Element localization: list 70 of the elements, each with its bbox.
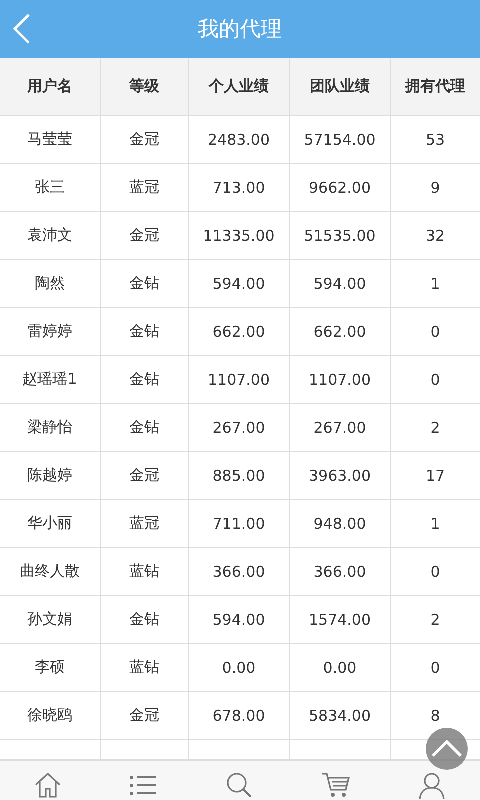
table-cell: 陈越婷 xyxy=(0,452,101,500)
table-cell: 梁静怡 xyxy=(0,404,101,452)
table-cell: 金冠 xyxy=(101,212,189,260)
table-cell: 0.00 xyxy=(290,644,391,692)
table-cell: 1 xyxy=(391,260,480,308)
table-cell: 713.00 xyxy=(189,164,290,212)
column-header: 个人业绩 xyxy=(189,58,290,116)
table-cell: 885.00 xyxy=(189,452,290,500)
table-cell: 金钻 xyxy=(101,404,189,452)
table-cell: 32 xyxy=(391,212,480,260)
table-cell: 赵瑶瑶1 xyxy=(0,356,101,404)
table-cell: 金钻 xyxy=(101,356,189,404)
table-cell: 678.00 xyxy=(189,692,290,740)
table-cell: 662.00 xyxy=(290,308,391,356)
table-cell: 594.00 xyxy=(290,260,391,308)
table-cell: 1574.00 xyxy=(290,596,391,644)
column-header: 拥有代理 xyxy=(391,58,480,116)
table-cell: 57154.00 xyxy=(290,116,391,164)
column-header: 等级 xyxy=(101,58,189,116)
column-header: 用户名 xyxy=(0,58,101,116)
table-cell: 蓝钻 xyxy=(101,548,189,596)
table-cell: 594.00 xyxy=(189,596,290,644)
table-cell: 366.00 xyxy=(189,548,290,596)
table-cell: 662.00 xyxy=(189,308,290,356)
table-cell: 华小丽 xyxy=(0,500,101,548)
table-cell: 17 xyxy=(391,452,480,500)
table-cell: 金钻 xyxy=(101,308,189,356)
table-cell: 金钻 xyxy=(101,260,189,308)
table-cell: 蓝冠 xyxy=(101,500,189,548)
table-cell: 蓝冠 xyxy=(101,164,189,212)
table-cell: 金冠 xyxy=(101,692,189,740)
page-title: 我的代理 xyxy=(198,16,282,43)
table-cell: 袁沛文 xyxy=(0,212,101,260)
table-cell: 雷婷婷 xyxy=(0,308,101,356)
table-cell: 267.00 xyxy=(290,404,391,452)
table-cell: 3963.00 xyxy=(290,452,391,500)
table-cell: 金冠 xyxy=(101,452,189,500)
table-cell: 1107.00 xyxy=(290,356,391,404)
table-cell: 0.00 xyxy=(189,644,290,692)
table-cell: 陶然 xyxy=(0,260,101,308)
table-cell: 948.00 xyxy=(290,500,391,548)
table-cell: 曲终人散 xyxy=(0,548,101,596)
table-cell: 9662.00 xyxy=(290,164,391,212)
table-cell: 2 xyxy=(391,596,480,644)
table-cell: 594.00 xyxy=(189,260,290,308)
table-cell: 0 xyxy=(391,356,480,404)
table-cell: 0 xyxy=(391,644,480,692)
table-cell: 0 xyxy=(391,548,480,596)
table-cell: 9 xyxy=(391,164,480,212)
table-cell: 711.00 xyxy=(189,500,290,548)
table-cell: 51535.00 xyxy=(290,212,391,260)
table-cell: 金钻 xyxy=(101,596,189,644)
table-cell: 5834.00 xyxy=(290,692,391,740)
table-cell: 0 xyxy=(391,308,480,356)
table-cell: 2 xyxy=(391,404,480,452)
table-cell: 马莹莹 xyxy=(0,116,101,164)
table-cell: 11335.00 xyxy=(189,212,290,260)
table-cell: 徐晓鸥 xyxy=(0,692,101,740)
table-cell: 张三 xyxy=(0,164,101,212)
table-cell: 53 xyxy=(391,116,480,164)
table-cell: 孙文娟 xyxy=(0,596,101,644)
table-cell: 蓝钻 xyxy=(101,644,189,692)
table-cell: 366.00 xyxy=(290,548,391,596)
table-cell: 267.00 xyxy=(189,404,290,452)
column-header: 团队业绩 xyxy=(290,58,391,116)
table-cell: 1107.00 xyxy=(189,356,290,404)
table-cell: 2483.00 xyxy=(189,116,290,164)
table-cell: 李硕 xyxy=(0,644,101,692)
table-cell: 金冠 xyxy=(101,116,189,164)
table-cell: 1 xyxy=(391,500,480,548)
